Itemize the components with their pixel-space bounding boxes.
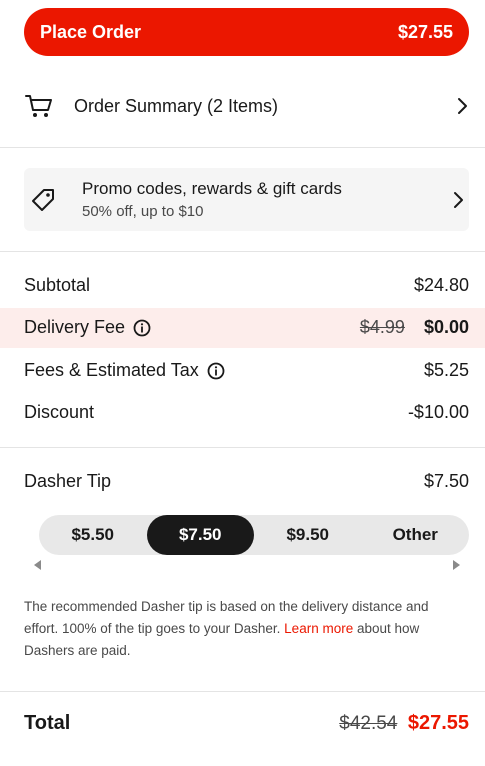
total-value: $27.55 [407, 712, 469, 734]
subtotal-row: Subtotal $24.80 [24, 275, 469, 296]
order-summary-label: Order Summary (2 Items) [74, 95, 279, 116]
info-icon[interactable] [207, 362, 225, 380]
tip-option-5-50[interactable]: $5.50 [39, 515, 147, 555]
divider [0, 691, 485, 692]
dasher-tip-label: Dasher Tip [24, 471, 112, 491]
chevron-right-icon [458, 98, 467, 114]
total-row: Total $42.54 $27.55 [24, 712, 469, 735]
divider [0, 251, 485, 252]
cart-icon [25, 95, 52, 117]
dasher-tip-value: $7.50 [423, 471, 469, 491]
scroll-left-icon[interactable] [34, 560, 41, 570]
subtotal-label: Subtotal [24, 275, 91, 295]
tag-icon [32, 188, 54, 211]
discount-value: -$10.00 [407, 402, 469, 422]
delivery-fee-label: Delivery Fee [24, 317, 126, 337]
total-label: Total [24, 712, 71, 734]
discount-label: Discount [24, 402, 95, 422]
promo-subtitle: 50% off, up to $10 [82, 203, 204, 220]
place-order-button[interactable]: Place Order $27.55 [24, 8, 469, 56]
tip-selector: $5.50 $7.50 $9.50 Other [39, 515, 469, 555]
fees-tax-row: Fees & Estimated Tax $5.25 [24, 360, 469, 381]
chevron-right-icon [454, 191, 463, 208]
discount-row: Discount -$10.00 [24, 402, 469, 423]
promo-title: Promo codes, rewards & gift cards [82, 179, 342, 198]
divider [0, 147, 485, 148]
dasher-tip-row: Dasher Tip $7.50 [24, 471, 469, 492]
tip-note: The recommended Dasher tip is based on t… [24, 596, 464, 662]
fees-tax-label: Fees & Estimated Tax [24, 360, 199, 380]
fees-tax-value: $5.25 [423, 360, 469, 380]
tip-option-9-50[interactable]: $9.50 [254, 515, 362, 555]
total-original: $42.54 [339, 713, 398, 734]
order-summary-row[interactable]: Order Summary (2 Items) [24, 82, 469, 130]
promo-codes-row[interactable]: Promo codes, rewards & gift cards 50% of… [24, 168, 469, 231]
subtotal-value: $24.80 [413, 275, 469, 295]
divider [0, 447, 485, 448]
info-icon[interactable] [133, 319, 151, 337]
scroll-right-icon[interactable] [453, 560, 460, 570]
delivery-fee-original: $4.99 [359, 317, 405, 337]
learn-more-link[interactable]: Learn more [284, 621, 353, 636]
place-order-label: Place Order [40, 21, 142, 42]
delivery-fee-value: $0.00 [423, 317, 469, 337]
horizontal-scrollbar[interactable] [30, 558, 470, 572]
tip-option-other[interactable]: Other [362, 515, 470, 555]
delivery-fee-row: Delivery Fee $4.99 $0.00 [24, 317, 469, 338]
place-order-amount: $27.55 [397, 21, 453, 42]
tip-option-7-50[interactable]: $7.50 [146, 515, 254, 555]
